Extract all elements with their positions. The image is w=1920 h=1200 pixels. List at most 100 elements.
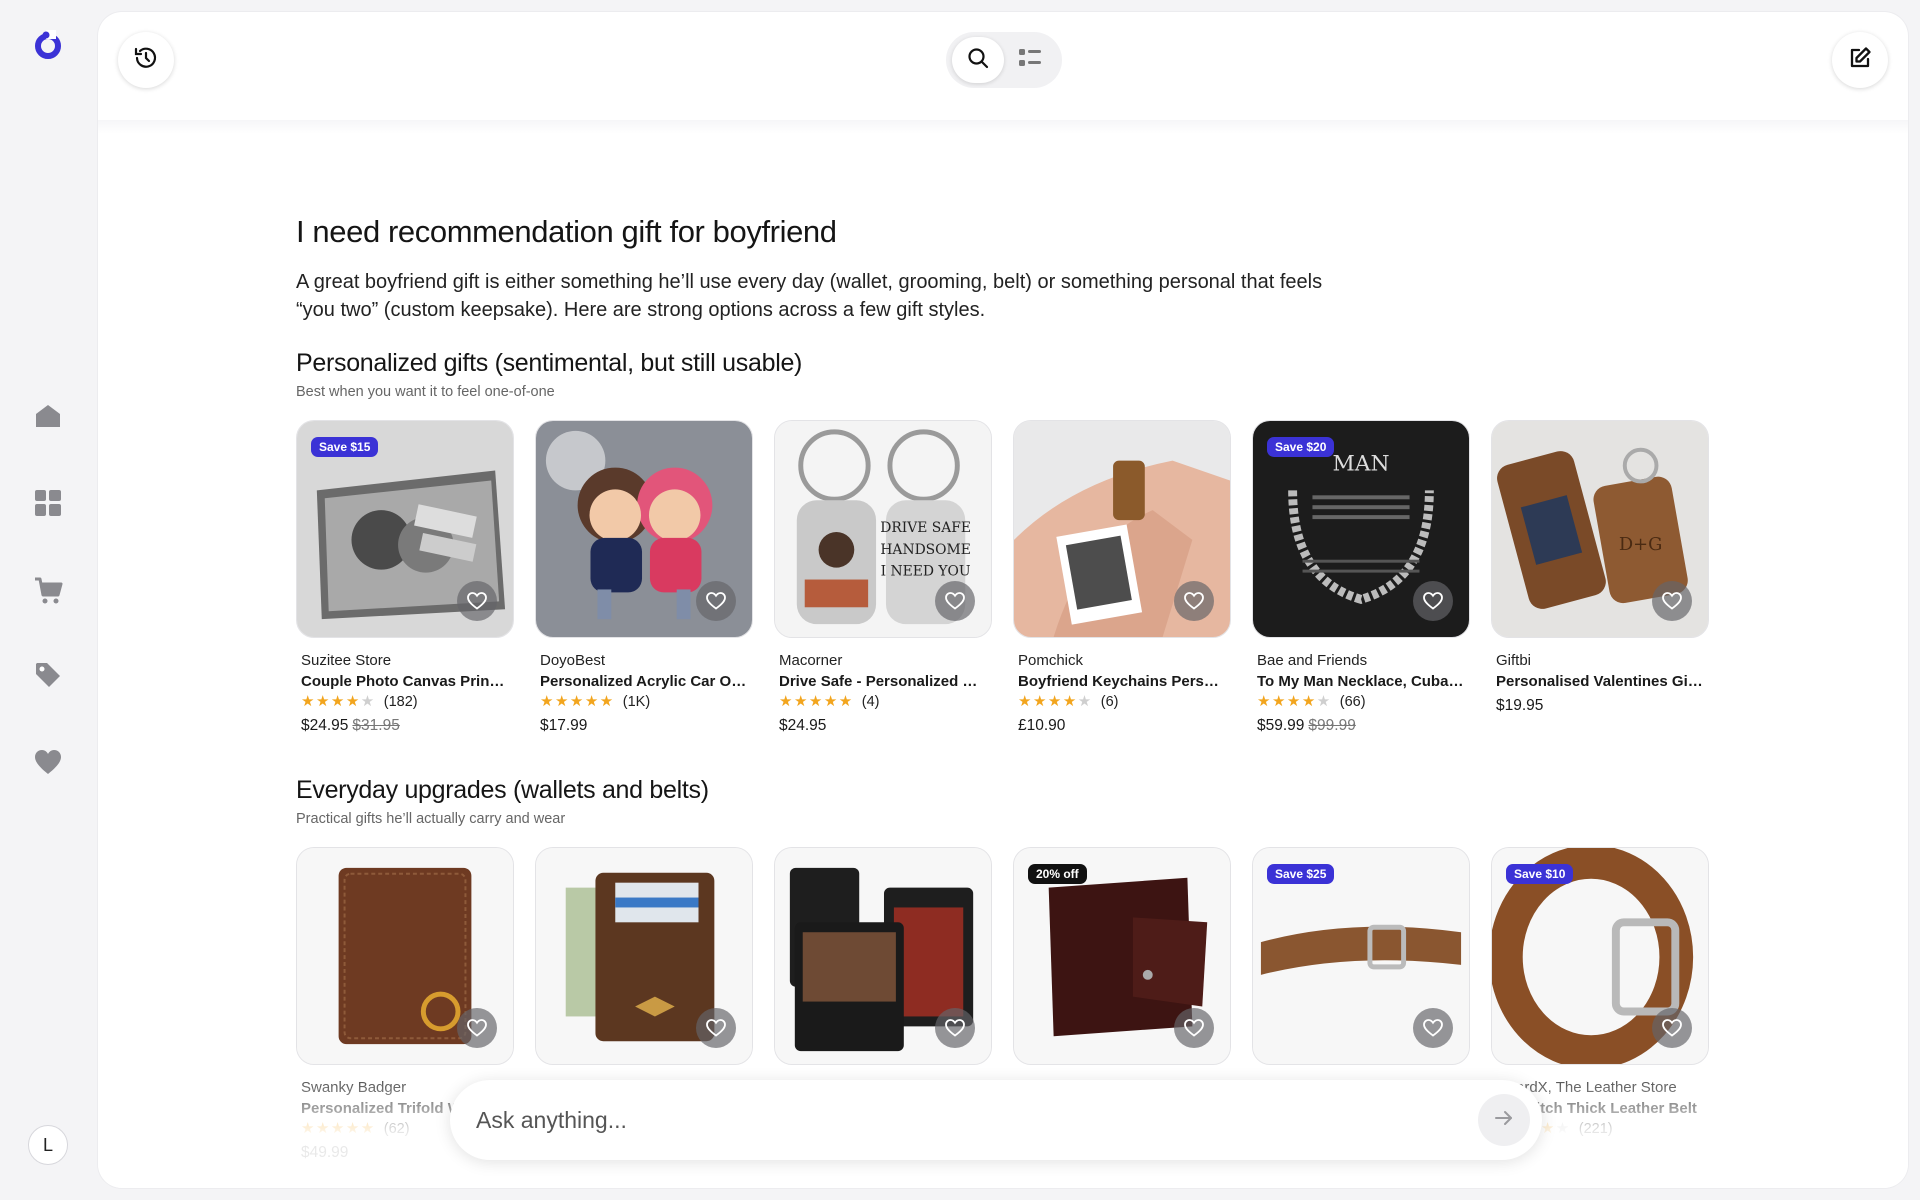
product-card[interactable]: D+G Giftbi Personalised Valentines Gift …: [1491, 420, 1709, 737]
product-title[interactable]: To My Man Necklace, Cuban Chain: [1257, 671, 1465, 692]
send-button[interactable]: [1478, 1094, 1530, 1146]
svg-text:D+G: D+G: [1619, 534, 1662, 555]
product-card[interactable]: Pomchick Boyfriend Keychains Personalize…: [1013, 420, 1231, 737]
cart-icon[interactable]: [30, 572, 66, 608]
product-store: Giftbi: [1496, 652, 1532, 669]
star-rating: ★★★★★: [779, 693, 854, 710]
product-title[interactable]: Couple Photo Canvas Prints Personalized: [301, 671, 509, 692]
history-icon: [133, 45, 159, 76]
history-button[interactable]: [118, 32, 174, 88]
section-subtitle: Practical gifts he’ll actually carry and…: [296, 811, 566, 827]
product-image: DRIVE SAFE HANDSOME I NEED YOU: [774, 420, 992, 638]
heart-icon[interactable]: [30, 744, 66, 780]
product-store: DoyoBest: [540, 652, 606, 669]
star-rating: ★★★★★: [1257, 693, 1332, 710]
product-price: $24.95: [779, 715, 987, 737]
product-price: $24.95 $31.95: [301, 715, 509, 737]
product-title[interactable]: Boyfriend Keychains Personalized: [1018, 671, 1226, 692]
intro-text: A great boyfriend gift is either somethi…: [296, 271, 1323, 321]
favorite-button[interactable]: [696, 581, 736, 621]
star-rating: ★★★★★: [1018, 693, 1093, 710]
original-price: $99.99: [1308, 717, 1356, 734]
conversation-content: I need recommendation gift for boyfriend…: [296, 210, 1726, 1164]
favorite-button[interactable]: [935, 581, 975, 621]
page-title: I need recommendation gift for boyfriend: [296, 214, 837, 249]
product-rating: ★★★★★ (4): [779, 692, 987, 712]
favorite-button[interactable]: [1174, 581, 1214, 621]
current-price: $19.95: [1496, 697, 1544, 714]
list-icon: [1018, 47, 1042, 74]
discount-badge: 20% off: [1028, 864, 1087, 884]
product-store: Suzitee Store: [301, 652, 392, 669]
review-count: (1K): [622, 694, 651, 710]
product-card[interactable]: DoyoBest Personalized Acrylic Car Orname…: [535, 420, 753, 737]
discount-badge: Save $20: [1267, 437, 1335, 457]
favorite-button[interactable]: [1174, 1008, 1214, 1048]
product-title[interactable]: Personalized Acrylic Car Ornament: [540, 671, 748, 692]
list-view-button[interactable]: [1004, 37, 1056, 83]
app-logo-icon[interactable]: [33, 30, 63, 60]
product-card[interactable]: MAN Save $20 Bae and Friends To My Man N…: [1252, 420, 1470, 737]
review-count: (6): [1100, 694, 1119, 710]
product-image: MAN Save $20: [1252, 420, 1470, 638]
product-title[interactable]: Personalised Valentines Gift for Him: [1496, 671, 1704, 692]
product-price: $19.95: [1496, 695, 1704, 717]
section-title: Personalized gifts (sentimental, but sti…: [296, 349, 803, 377]
compose-icon: [1848, 46, 1872, 75]
favorite-button[interactable]: [457, 581, 497, 621]
current-price: $24.95: [301, 717, 349, 734]
discount-badge: Save $10: [1506, 864, 1574, 884]
user-avatar[interactable]: L: [28, 1125, 68, 1165]
product-image: [774, 847, 992, 1065]
svg-text:HANDSOME: HANDSOME: [880, 542, 970, 558]
tag-icon[interactable]: [30, 657, 66, 693]
product-image: Save $25: [1252, 847, 1470, 1065]
discount-badge: Save $15: [311, 437, 379, 457]
arrow-right-icon: [1494, 1109, 1514, 1132]
product-image: [1013, 420, 1231, 638]
svg-text:DRIVE SAFE: DRIVE SAFE: [880, 520, 971, 536]
search-icon: [967, 47, 989, 74]
product-image: [535, 847, 753, 1065]
review-count: (4): [861, 694, 880, 710]
product-rating: ★★★★★ (6): [1018, 692, 1226, 712]
favorite-button[interactable]: [1652, 581, 1692, 621]
main-panel: I need recommendation gift for boyfriend…: [98, 12, 1908, 1188]
product-rating: ★★★★★ (182): [301, 692, 509, 712]
current-price: £10.90: [1018, 717, 1066, 734]
grid-icon[interactable]: [30, 485, 66, 521]
favorite-button[interactable]: [1652, 1008, 1692, 1048]
favorite-button[interactable]: [457, 1008, 497, 1048]
review-count: (66): [1339, 694, 1366, 710]
left-rail: L: [0, 0, 98, 1200]
product-price: £10.90: [1018, 715, 1226, 737]
section-title: Everyday upgrades (wallets and belts): [296, 776, 709, 804]
new-chat-button[interactable]: [1832, 32, 1888, 88]
view-toggle: [946, 32, 1062, 88]
product-price: $59.99 $99.99: [1257, 715, 1465, 737]
ask-input[interactable]: [476, 1106, 1478, 1134]
home-icon[interactable]: [30, 398, 66, 434]
product-title[interactable]: Drive Safe - Personalized Keychain: [779, 671, 987, 692]
favorite-button[interactable]: [935, 1008, 975, 1048]
favorite-button[interactable]: [1413, 1008, 1453, 1048]
discount-badge: Save $25: [1267, 864, 1335, 884]
review-count: (182): [383, 694, 418, 710]
product-image: 20% off: [1013, 847, 1231, 1065]
product-image: [296, 847, 514, 1065]
current-price: $49.99: [301, 1144, 349, 1161]
review-count: (221): [1578, 1121, 1613, 1137]
product-card[interactable]: Save $15 Suzitee Store Couple Photo Canv…: [296, 420, 514, 737]
svg-text:I NEED YOU: I NEED YOU: [881, 564, 971, 580]
favorite-button[interactable]: [696, 1008, 736, 1048]
current-price: $59.99: [1257, 717, 1305, 734]
current-price: $24.95: [779, 717, 827, 734]
product-row: Save $15 Suzitee Store Couple Photo Canv…: [296, 420, 1726, 737]
favorite-button[interactable]: [1413, 581, 1453, 621]
search-view-button[interactable]: [952, 37, 1004, 83]
current-price: $17.99: [540, 717, 588, 734]
product-rating: ★★★★★ (66): [1257, 692, 1465, 712]
product-card[interactable]: DRIVE SAFE HANDSOME I NEED YOU Macorner Dr…: [774, 420, 992, 737]
product-image: Save $10: [1491, 847, 1709, 1065]
star-rating: ★★★★★: [540, 693, 615, 710]
